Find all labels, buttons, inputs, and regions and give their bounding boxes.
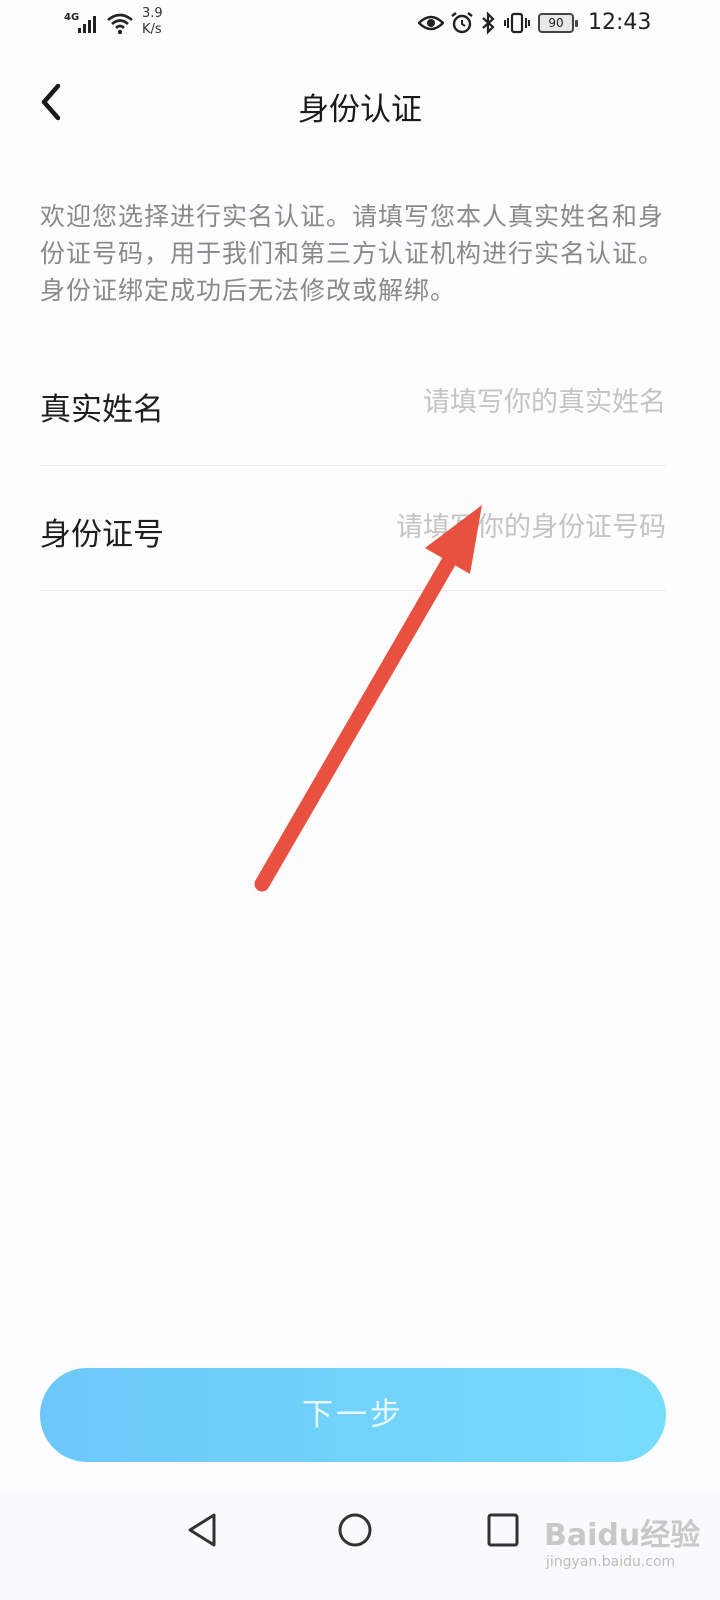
nav-home-icon[interactable] [336, 1510, 374, 1550]
id-number-row: 身份证号 [40, 467, 666, 591]
identity-verification-screen: 4G 3.9 K/s 90 12:43 身份认证 欢迎您选择进行实名认证。请填写… [0, 0, 720, 1600]
baidu-jingyan-watermark: Baidu经验 jingyan.baidu.com [544, 1506, 714, 1590]
network-speed-value: 3.9 [142, 6, 163, 21]
intro-text: 欢迎您选择进行实名认证。请填写您本人真实姓名和身份证号码，用于我们和第三方认证机… [40, 202, 665, 305]
eye-comfort-icon [418, 15, 444, 31]
next-step-button[interactable]: 下一步 [40, 1368, 666, 1462]
network-speed-unit: K/s [142, 22, 162, 37]
real-name-input[interactable] [326, 380, 666, 424]
watermark-brand: Baidu经验 [544, 1518, 701, 1553]
cellular-signal-icon [78, 16, 96, 33]
battery-icon: 90 [538, 13, 578, 33]
nav-back-icon[interactable] [184, 1510, 220, 1550]
real-name-label: 真实姓名 [40, 392, 164, 428]
nav-recents-icon[interactable] [486, 1512, 520, 1548]
status-bar: 4G 3.9 K/s 90 12:43 [0, 0, 720, 48]
network-speed: 3.9 K/s [142, 6, 163, 38]
id-number-label: 身份证号 [40, 517, 164, 553]
alarm-icon [451, 12, 473, 34]
page-title: 身份认证 [298, 92, 422, 128]
watermark-url: jingyan.baidu.com [546, 1554, 676, 1570]
id-number-input[interactable] [326, 505, 666, 549]
bluetooth-icon [482, 11, 495, 35]
clock: 12:43 [588, 10, 652, 35]
vibrate-icon [504, 12, 530, 34]
network-type-label: 4G [64, 12, 80, 23]
real-name-row: 真实姓名 [40, 342, 666, 466]
wifi-icon [107, 13, 133, 35]
